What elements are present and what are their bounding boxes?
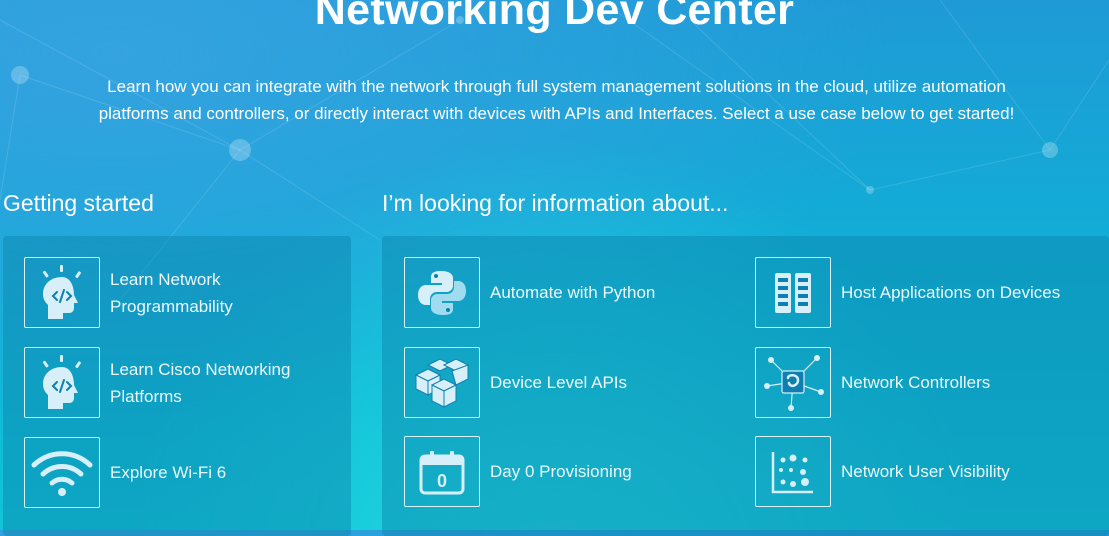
card-label-line: Platforms	[110, 386, 182, 406]
blocks-icon	[414, 357, 470, 408]
card-label: Device Level APIs	[490, 373, 628, 392]
card-day-0-provisioning[interactable]: 0 Day 0 Provisioning	[404, 436, 632, 507]
icon-frame	[755, 347, 831, 418]
card-device-level-apis[interactable]: Device Level APIs	[404, 347, 627, 418]
python-icon	[418, 270, 466, 315]
card-host-applications-on-devices[interactable]: Host Applications on Devices	[755, 257, 1060, 328]
getting-started-heading: Getting started	[3, 190, 154, 216]
card-learn-network-programmability[interactable]: Learn Network Programmability	[24, 257, 233, 328]
icon-frame: 0	[404, 436, 480, 507]
info-heading: I’m looking for information about...	[382, 190, 729, 216]
getting-started-panel: Learn Network Programmability Learn Cisc…	[3, 236, 351, 536]
card-label-line: Programmability	[110, 296, 233, 316]
card-label: Host Applications on Devices	[841, 283, 1061, 302]
calendar-day-number: 0	[437, 471, 447, 491]
card-label: Explore Wi-Fi 6	[110, 463, 227, 482]
card-label-line: Learn Network	[110, 269, 221, 289]
card-label: Network User Visibility	[841, 462, 1010, 481]
icon-frame	[404, 257, 480, 328]
page-title: Networking Dev Center	[314, 0, 795, 34]
card-label: Network Controllers	[841, 373, 991, 392]
dot-chart-icon	[771, 451, 813, 493]
card-network-controllers[interactable]: Network Controllers	[755, 347, 990, 418]
network-hub-icon	[764, 354, 824, 411]
card-automate-with-python[interactable]: Automate with Python	[404, 257, 655, 328]
icon-frame	[24, 257, 100, 328]
info-panel: Automate with Python Host Applications o…	[382, 236, 1109, 536]
card-explore-wifi-6[interactable]: Explore Wi-Fi 6	[24, 437, 226, 508]
card-network-user-visibility[interactable]: Network User Visibility	[755, 436, 1010, 507]
page-intro: Learn how you can integrate with the net…	[98, 77, 1015, 123]
calendar-icon: 0	[419, 450, 465, 494]
icon-frame	[24, 437, 100, 508]
head-code-icon	[42, 264, 81, 319]
wifi-icon	[31, 450, 93, 496]
card-label: Automate with Python	[490, 283, 656, 302]
card-label-line: Learn Cisco Networking	[110, 359, 291, 379]
server-rack-icon	[775, 272, 811, 313]
card-label: Day 0 Provisioning	[490, 462, 632, 481]
card-learn-cisco-networking-platforms[interactable]: Learn Cisco Networking Platforms	[24, 347, 290, 418]
head-code-icon	[42, 354, 81, 409]
icon-frame	[755, 257, 831, 328]
icon-frame	[755, 436, 831, 507]
icon-frame	[404, 347, 480, 418]
icon-frame	[24, 347, 100, 418]
